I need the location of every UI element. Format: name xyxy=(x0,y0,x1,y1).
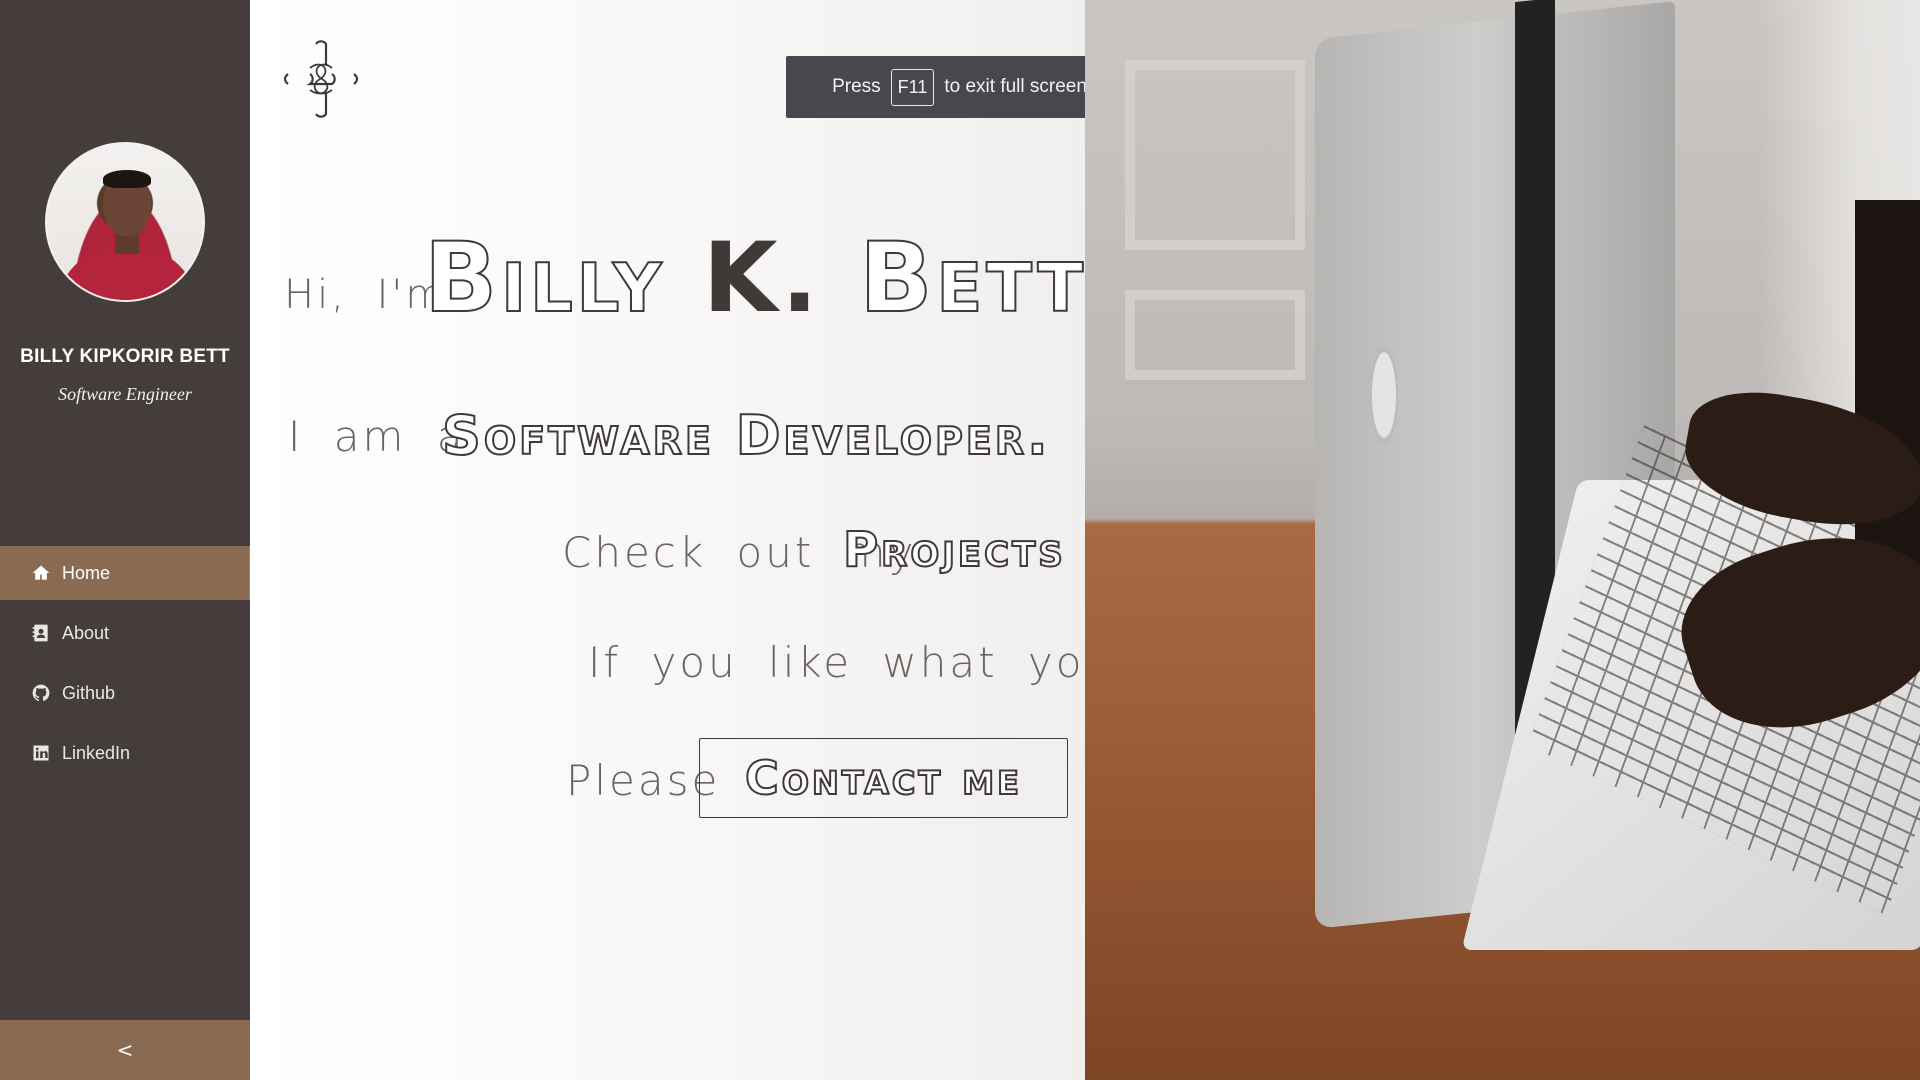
hero-greeting: Hi, I'm xyxy=(284,272,448,318)
sidebar-item-about[interactable]: About xyxy=(0,606,252,660)
logo-knot-icon xyxy=(283,40,359,118)
sidebar-item-label: About xyxy=(62,622,110,643)
avatar-shirt xyxy=(57,248,197,300)
home-icon xyxy=(30,562,52,584)
avatar-hair xyxy=(103,170,151,188)
sidebar-nav: Home About Github LinkedIn xyxy=(0,546,252,786)
toast-rest-text: to exit full screen xyxy=(944,76,1087,97)
linkedin-icon xyxy=(30,742,52,764)
github-icon xyxy=(30,682,52,704)
toast-key: F11 xyxy=(890,68,935,106)
sidebar-item-github[interactable]: Github xyxy=(0,666,252,720)
avatar xyxy=(45,142,205,302)
toast-press-text: Press xyxy=(832,76,881,97)
sidebar: BILLY KIPKORIR BETT Software Engineer Ho… xyxy=(0,0,252,1080)
sidebar-item-label: LinkedIn xyxy=(62,742,131,763)
fullscreen-toast: Press F11 to exit full screen xyxy=(786,56,1133,118)
hero-name-first: Billy xyxy=(423,222,666,334)
background-window xyxy=(1125,290,1305,380)
collapse-sidebar-button[interactable]: < xyxy=(0,1020,250,1080)
hero-name-last: Bett xyxy=(858,222,1088,334)
sidebar-item-linkedin[interactable]: LinkedIn xyxy=(0,726,252,780)
hp-logo-icon xyxy=(1370,345,1398,445)
user-role: Software Engineer xyxy=(58,384,192,404)
chevron-left-icon: < xyxy=(116,1038,134,1062)
hero-photo xyxy=(1085,0,1920,1080)
hero-name-middle: K. xyxy=(703,222,822,334)
hero-iam: I am a xyxy=(288,412,466,461)
contact-me-label: Contact me xyxy=(744,750,1022,806)
hero-please: Please xyxy=(566,756,721,805)
user-name: BILLY KIPKORIR BETT xyxy=(20,346,230,367)
sidebar-item-label: Home xyxy=(62,562,111,583)
contact-card-icon xyxy=(30,622,52,644)
hero-role: Software Developer. xyxy=(441,403,1051,468)
sidebar-item-label: Github xyxy=(62,682,116,703)
background-window xyxy=(1125,60,1305,250)
contact-me-button[interactable]: Contact me xyxy=(699,738,1068,818)
projects-link[interactable]: Projects xyxy=(842,521,1066,579)
hero-name: Billy K. Bett xyxy=(423,227,1087,329)
sidebar-item-home[interactable]: Home xyxy=(0,546,252,600)
